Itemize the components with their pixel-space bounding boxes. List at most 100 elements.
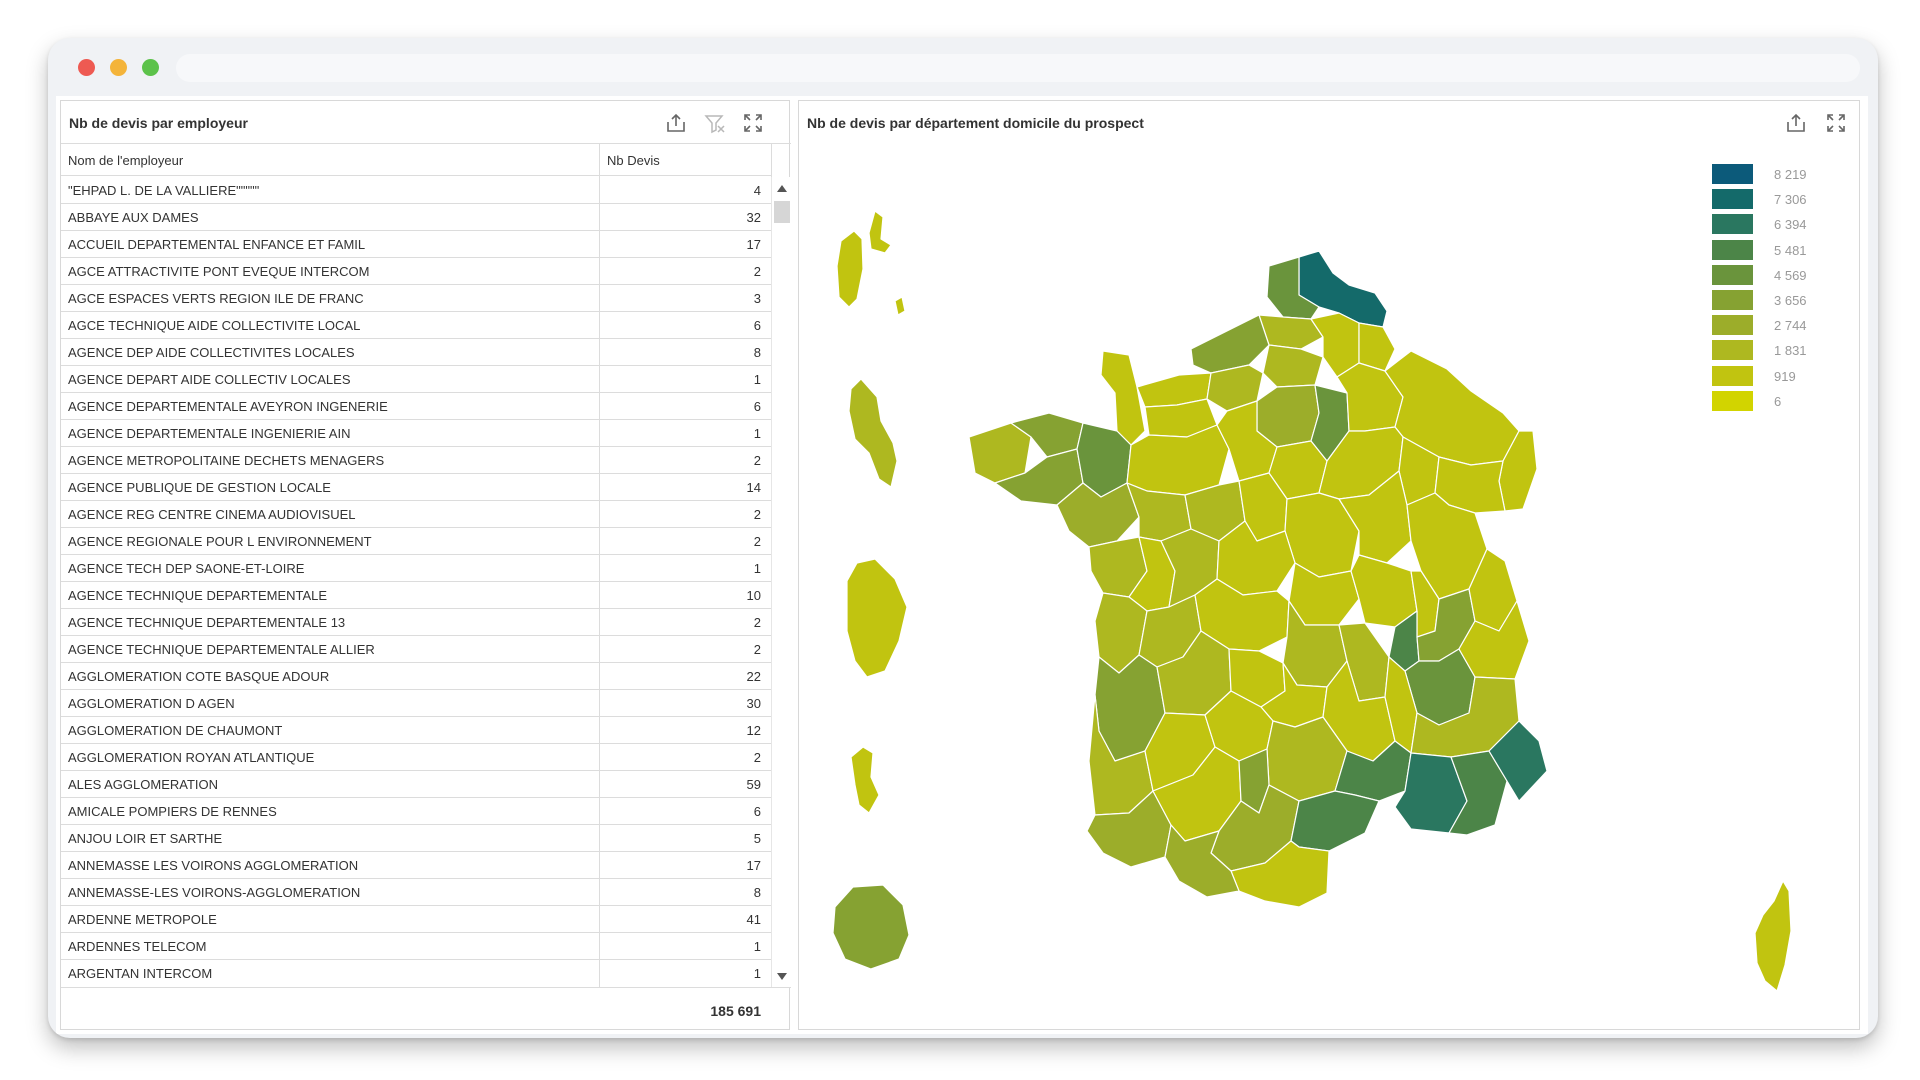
employer-name: AGENCE TECHNIQUE DEPARTEMENTALE (68, 588, 328, 603)
region-guadeloupe[interactable] (868, 210, 892, 254)
employer-name: AGGLOMERATION DE CHAUMONT (68, 723, 283, 738)
address-bar[interactable] (176, 54, 1860, 82)
employer-name: "EHPAD L. DE LA VALLIERE""""" (68, 183, 260, 198)
legend-swatch (1712, 214, 1753, 235)
table-row[interactable]: ANNEMASSE-LES VOIRONS-AGGLOMERATION 8 (61, 879, 771, 906)
nb-devis-value: 10 (746, 588, 761, 603)
maximize-window-button[interactable] (142, 59, 159, 76)
legend-swatch (1712, 189, 1753, 210)
region-reunion[interactable] (832, 884, 910, 970)
vertical-scrollbar[interactable] (771, 177, 791, 988)
region-guadeloupe[interactable] (894, 296, 906, 316)
table-row[interactable]: AGGLOMERATION D AGEN 30 (61, 690, 771, 717)
region-oise[interactable] (1262, 344, 1324, 388)
nb-devis-value: 1 (753, 426, 761, 441)
table-row[interactable]: ABBAYE AUX DAMES 32 (61, 204, 771, 231)
table-row[interactable]: AGENCE DEPARTEMENTALE AVEYRON INGENERIE 6 (61, 393, 771, 420)
column-header-employer[interactable]: Nom de l'employeur (68, 153, 183, 168)
table-row[interactable]: AGENCE DEPARTEMENTALE INGENIERIE AIN 1 (61, 420, 771, 447)
table-row[interactable]: ACCUEIL DEPARTEMENTAL ENFANCE ET FAMIL 17 (61, 231, 771, 258)
employer-name: AGENCE DEPARTEMENTALE INGENIERIE AIN (68, 426, 351, 441)
region-ardennes[interactable] (1358, 322, 1396, 372)
employer-name: AGENCE PUBLIQUE DE GESTION LOCALE (68, 480, 331, 495)
table-row[interactable]: AGENCE REGIONALE POUR L ENVIRONNEMENT 2 (61, 528, 771, 555)
legend-swatch (1712, 340, 1753, 361)
nb-devis-value: 8 (753, 345, 761, 360)
employer-name: AGENCE DEP AIDE COLLECTIVITES LOCALES (68, 345, 355, 360)
table-row[interactable]: ANJOU LOIR ET SARTHE 5 (61, 825, 771, 852)
table-row[interactable]: ARDENNES TELECOM 1 (61, 933, 771, 960)
table-row[interactable]: AGGLOMERATION ROYAN ATLANTIQUE 2 (61, 744, 771, 771)
table-row[interactable]: ARDENNE METROPOLE 41 (61, 906, 771, 933)
fullscreen-icon[interactable] (741, 111, 765, 135)
table-body: "EHPAD L. DE LA VALLIERE""""" 4 ABBAYE AUX… (61, 177, 771, 981)
table-row[interactable]: "EHPAD L. DE LA VALLIERE""""" 4 (61, 177, 771, 204)
table-row[interactable]: ANNEMASSE LES VOIRONS AGGLOMERATION 17 (61, 852, 771, 879)
table-row[interactable]: AGENCE TECHNIQUE DEPARTEMENTALE 10 (61, 582, 771, 609)
legend-swatch (1712, 390, 1753, 411)
scroll-down-icon[interactable] (777, 973, 787, 980)
nb-devis-value: 5 (753, 831, 761, 846)
legend-item: 4 569 (1712, 264, 1872, 287)
table-row[interactable]: AMICALE POMPIERS DE RENNES 6 (61, 798, 771, 825)
close-window-button[interactable] (78, 59, 95, 76)
nb-devis-value: 6 (753, 399, 761, 414)
minimize-window-button[interactable] (110, 59, 127, 76)
legend-item: 8 219 (1712, 164, 1872, 186)
table-row[interactable]: AGCE TECHNIQUE AIDE COLLECTIVITE LOCAL 6 (61, 312, 771, 339)
nb-devis-value: 12 (746, 723, 761, 738)
legend-item: 2 744 (1712, 315, 1872, 337)
employer-table: Nom de l'employeur Nb Devis "EHPAD L. DE… (61, 143, 791, 988)
table-row[interactable]: AGENCE TECHNIQUE DEPARTEMENTALE ALLIER 2 (61, 636, 771, 663)
table-row[interactable]: AGGLOMERATION COTE BASQUE ADOUR 22 (61, 663, 771, 690)
table-row[interactable]: ARGENTAN INTERCOM 1 (61, 960, 771, 981)
table-row[interactable]: AGENCE TECHNIQUE DEPARTEMENTALE 13 2 (61, 609, 771, 636)
scroll-up-icon[interactable] (777, 185, 787, 192)
employer-name: AGENCE DEPART AIDE COLLECTIV LOCALES (68, 372, 351, 387)
legend-label: 4 569 (1774, 267, 1807, 283)
browser-window: Nb de devis par employeur Nom de l'emplo… (48, 38, 1878, 1038)
employer-name: AGENCE REGIONALE POUR L ENVIRONNEMENT (68, 534, 372, 549)
table-row[interactable]: AGENCE DEPART AIDE COLLECTIV LOCALES 1 (61, 366, 771, 393)
nb-devis-value: 22 (746, 669, 761, 684)
region-herault[interactable] (1290, 790, 1380, 852)
legend-item: 5 481 (1712, 239, 1872, 262)
employer-name: ANNEMASSE-LES VOIRONS-AGGLOMERATION (68, 885, 361, 900)
nb-devis-value: 2 (753, 642, 761, 657)
nb-devis-value: 3 (753, 291, 761, 306)
legend-label: 919 (1774, 368, 1796, 384)
nb-devis-value: 6 (753, 804, 761, 819)
employer-name: AGCE ATTRACTIVITE PONT EVEQUE INTERCOM (68, 264, 370, 279)
table-row[interactable]: AGENCE TECH DEP SAONE-ET-LOIRE 1 (61, 555, 771, 582)
table-row[interactable]: AGENCE PUBLIQUE DE GESTION LOCALE 14 (61, 474, 771, 501)
region-saone-et-loire[interactable] (1350, 554, 1418, 628)
region-corse[interactable] (1754, 880, 1792, 992)
nb-devis-value: 17 (746, 237, 761, 252)
region-mayotte[interactable] (850, 746, 880, 814)
table-row[interactable]: AGGLOMERATION DE CHAUMONT 12 (61, 717, 771, 744)
table-row[interactable]: AGCE ATTRACTIVITE PONT EVEQUE INTERCOM 2 (61, 258, 771, 285)
table-row[interactable]: AGCE ESPACES VERTS REGION ILE DE FRANC 3 (61, 285, 771, 312)
column-header-nb-devis[interactable]: Nb Devis (607, 153, 660, 168)
export-icon[interactable] (664, 111, 688, 135)
employer-grid-panel: Nb de devis par employeur Nom de l'emplo… (60, 100, 791, 1030)
employer-name: AGCE TECHNIQUE AIDE COLLECTIVITE LOCAL (68, 318, 361, 333)
table-row[interactable]: AGENCE DEP AIDE COLLECTIVITES LOCALES 8 (61, 339, 771, 366)
table-row[interactable]: ALES AGGLOMERATION 59 (61, 771, 771, 798)
employer-name: AGENCE METROPOLITAINE DECHETS MENAGERS (68, 453, 385, 468)
clear-filter-icon[interactable] (703, 111, 727, 135)
region-seine-maritime[interactable] (1190, 314, 1270, 374)
region-guadeloupe[interactable] (836, 230, 864, 308)
window-titlebar (48, 38, 1878, 94)
employer-name: AMICALE POMPIERS DE RENNES (68, 804, 277, 819)
nb-devis-value: 2 (753, 750, 761, 765)
table-row[interactable]: AGENCE REG CENTRE CINEMA AUDIOVISUEL 2 (61, 501, 771, 528)
legend-swatch (1712, 365, 1753, 386)
region-martinique[interactable] (848, 378, 898, 488)
table-row[interactable]: AGENCE METROPOLITAINE DECHETS MENAGERS 2 (61, 447, 771, 474)
nb-devis-value: 2 (753, 264, 761, 279)
scroll-thumb[interactable] (774, 201, 790, 223)
employer-name: ALES AGGLOMERATION (68, 777, 219, 792)
region-guyane[interactable] (846, 558, 908, 678)
legend-item: 6 394 (1712, 214, 1872, 236)
